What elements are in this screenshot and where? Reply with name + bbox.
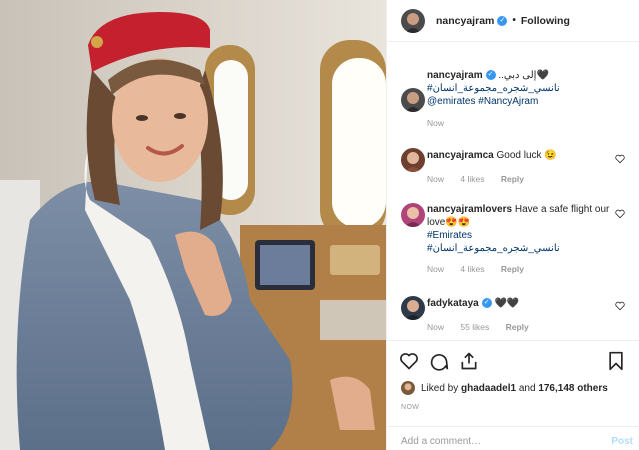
comment-body: nancyajramca Good luck 😉 Now 4 likes Rep… — [427, 149, 613, 186]
reply-button[interactable]: Reply — [501, 174, 524, 184]
comment-body: fadykataya ✓ 🖤🖤 Now 55 likes Reply — [427, 297, 613, 334]
caption-hashtag-arabic[interactable]: #نانسي_شجره_مجموعة_انسان — [427, 83, 560, 94]
header-username[interactable]: nancyajram — [436, 15, 494, 27]
caption-emoji: 🖤 — [536, 70, 549, 81]
comment-hashtag[interactable]: #Emirates — [427, 230, 472, 241]
comment-item: nancyajramca Good luck 😉 Now 4 likes Rep… — [401, 148, 629, 188]
comment-likes[interactable]: 4 likes — [460, 264, 484, 274]
caption-username[interactable]: nancyajram — [427, 70, 483, 81]
reply-button[interactable]: Reply — [501, 264, 524, 274]
comment-likes[interactable]: 4 likes — [460, 174, 484, 184]
heart-icon[interactable] — [615, 154, 625, 167]
action-icons — [399, 351, 479, 374]
caption-time: Now — [427, 118, 445, 128]
add-comment-bar: Add a comment… Post — [387, 426, 639, 450]
heart-icon[interactable] — [399, 351, 419, 374]
avatar[interactable] — [401, 88, 425, 112]
heart-icon[interactable] — [615, 301, 625, 314]
comment-icon[interactable] — [429, 351, 449, 374]
likes-count[interactable]: 176,148 others — [538, 383, 608, 394]
comment-body: nancyajramlovers Have a safe flight our … — [427, 203, 613, 276]
bookmark-icon[interactable] — [607, 351, 625, 374]
reply-button[interactable]: Reply — [506, 322, 529, 332]
avatar[interactable] — [401, 8, 425, 33]
add-comment-input[interactable]: Add a comment… — [401, 436, 481, 447]
comment-username[interactable]: fadykataya — [427, 298, 479, 309]
caption-body: nancyajram ✓ إلى دبي..🖤 #نانسي_شجره_مجموع… — [427, 69, 613, 130]
avatar[interactable] — [401, 381, 415, 395]
verified-icon: ✓ — [485, 70, 496, 81]
instagram-post: nancyajram ✓ • Following nancyajram ✓ إلى… — [0, 0, 639, 450]
comment-text: Good luck 😉 — [496, 150, 557, 161]
post-button[interactable]: Post — [611, 436, 633, 447]
separator-dot: • — [512, 15, 516, 26]
caption-mention[interactable]: @emirates — [427, 96, 476, 107]
avatar[interactable] — [401, 148, 425, 172]
comment-username[interactable]: nancyajramlovers — [427, 204, 512, 215]
following-button[interactable]: Following — [521, 15, 570, 27]
share-icon[interactable] — [459, 351, 479, 374]
caption-text: إلى دبي.. — [498, 70, 537, 81]
action-bar: Liked by ghadaadel1 and 176,148 others N… — [387, 340, 639, 450]
verified-icon: ✓ — [481, 298, 492, 309]
comment-likes[interactable]: 55 likes — [460, 322, 489, 332]
photo-woman-in-airplane-seat — [0, 0, 386, 450]
avatar[interactable] — [401, 296, 425, 320]
comment-username[interactable]: nancyajramca — [427, 150, 494, 161]
verified-icon: ✓ — [497, 15, 508, 26]
comment-time: Now — [427, 174, 445, 184]
post-sidebar: nancyajram ✓ • Following nancyajram ✓ إلى… — [386, 0, 639, 450]
comment-time: Now — [427, 264, 445, 274]
heart-icon[interactable] — [615, 209, 625, 222]
post-header: nancyajram ✓ • Following — [387, 0, 639, 42]
comment-item: fadykataya ✓ 🖤🖤 Now 55 likes Reply — [401, 296, 629, 336]
post-photo[interactable] — [0, 0, 386, 450]
likes-summary: Liked by ghadaadel1 and 176,148 others — [401, 381, 608, 395]
post-timestamp: NOW — [401, 404, 420, 411]
caption-hashtag[interactable]: #NancyAjram — [478, 96, 538, 107]
caption: nancyajram ✓ إلى دبي..🖤 #نانسي_شجره_مجموع… — [401, 56, 629, 136]
comment-item: nancyajramlovers Have a safe flight our … — [401, 203, 629, 283]
likes-middle: and — [518, 382, 536, 394]
comment-text: 🖤🖤 — [494, 298, 520, 309]
avatar[interactable] — [401, 203, 425, 227]
comment-hashtag-arabic[interactable]: #نانسي_شجره_مجموعة_انسان — [427, 243, 560, 254]
comment-time: Now — [427, 322, 445, 332]
likes-prefix: Liked by — [421, 382, 459, 394]
likes-user[interactable]: ghadaadel1 — [461, 383, 516, 394]
